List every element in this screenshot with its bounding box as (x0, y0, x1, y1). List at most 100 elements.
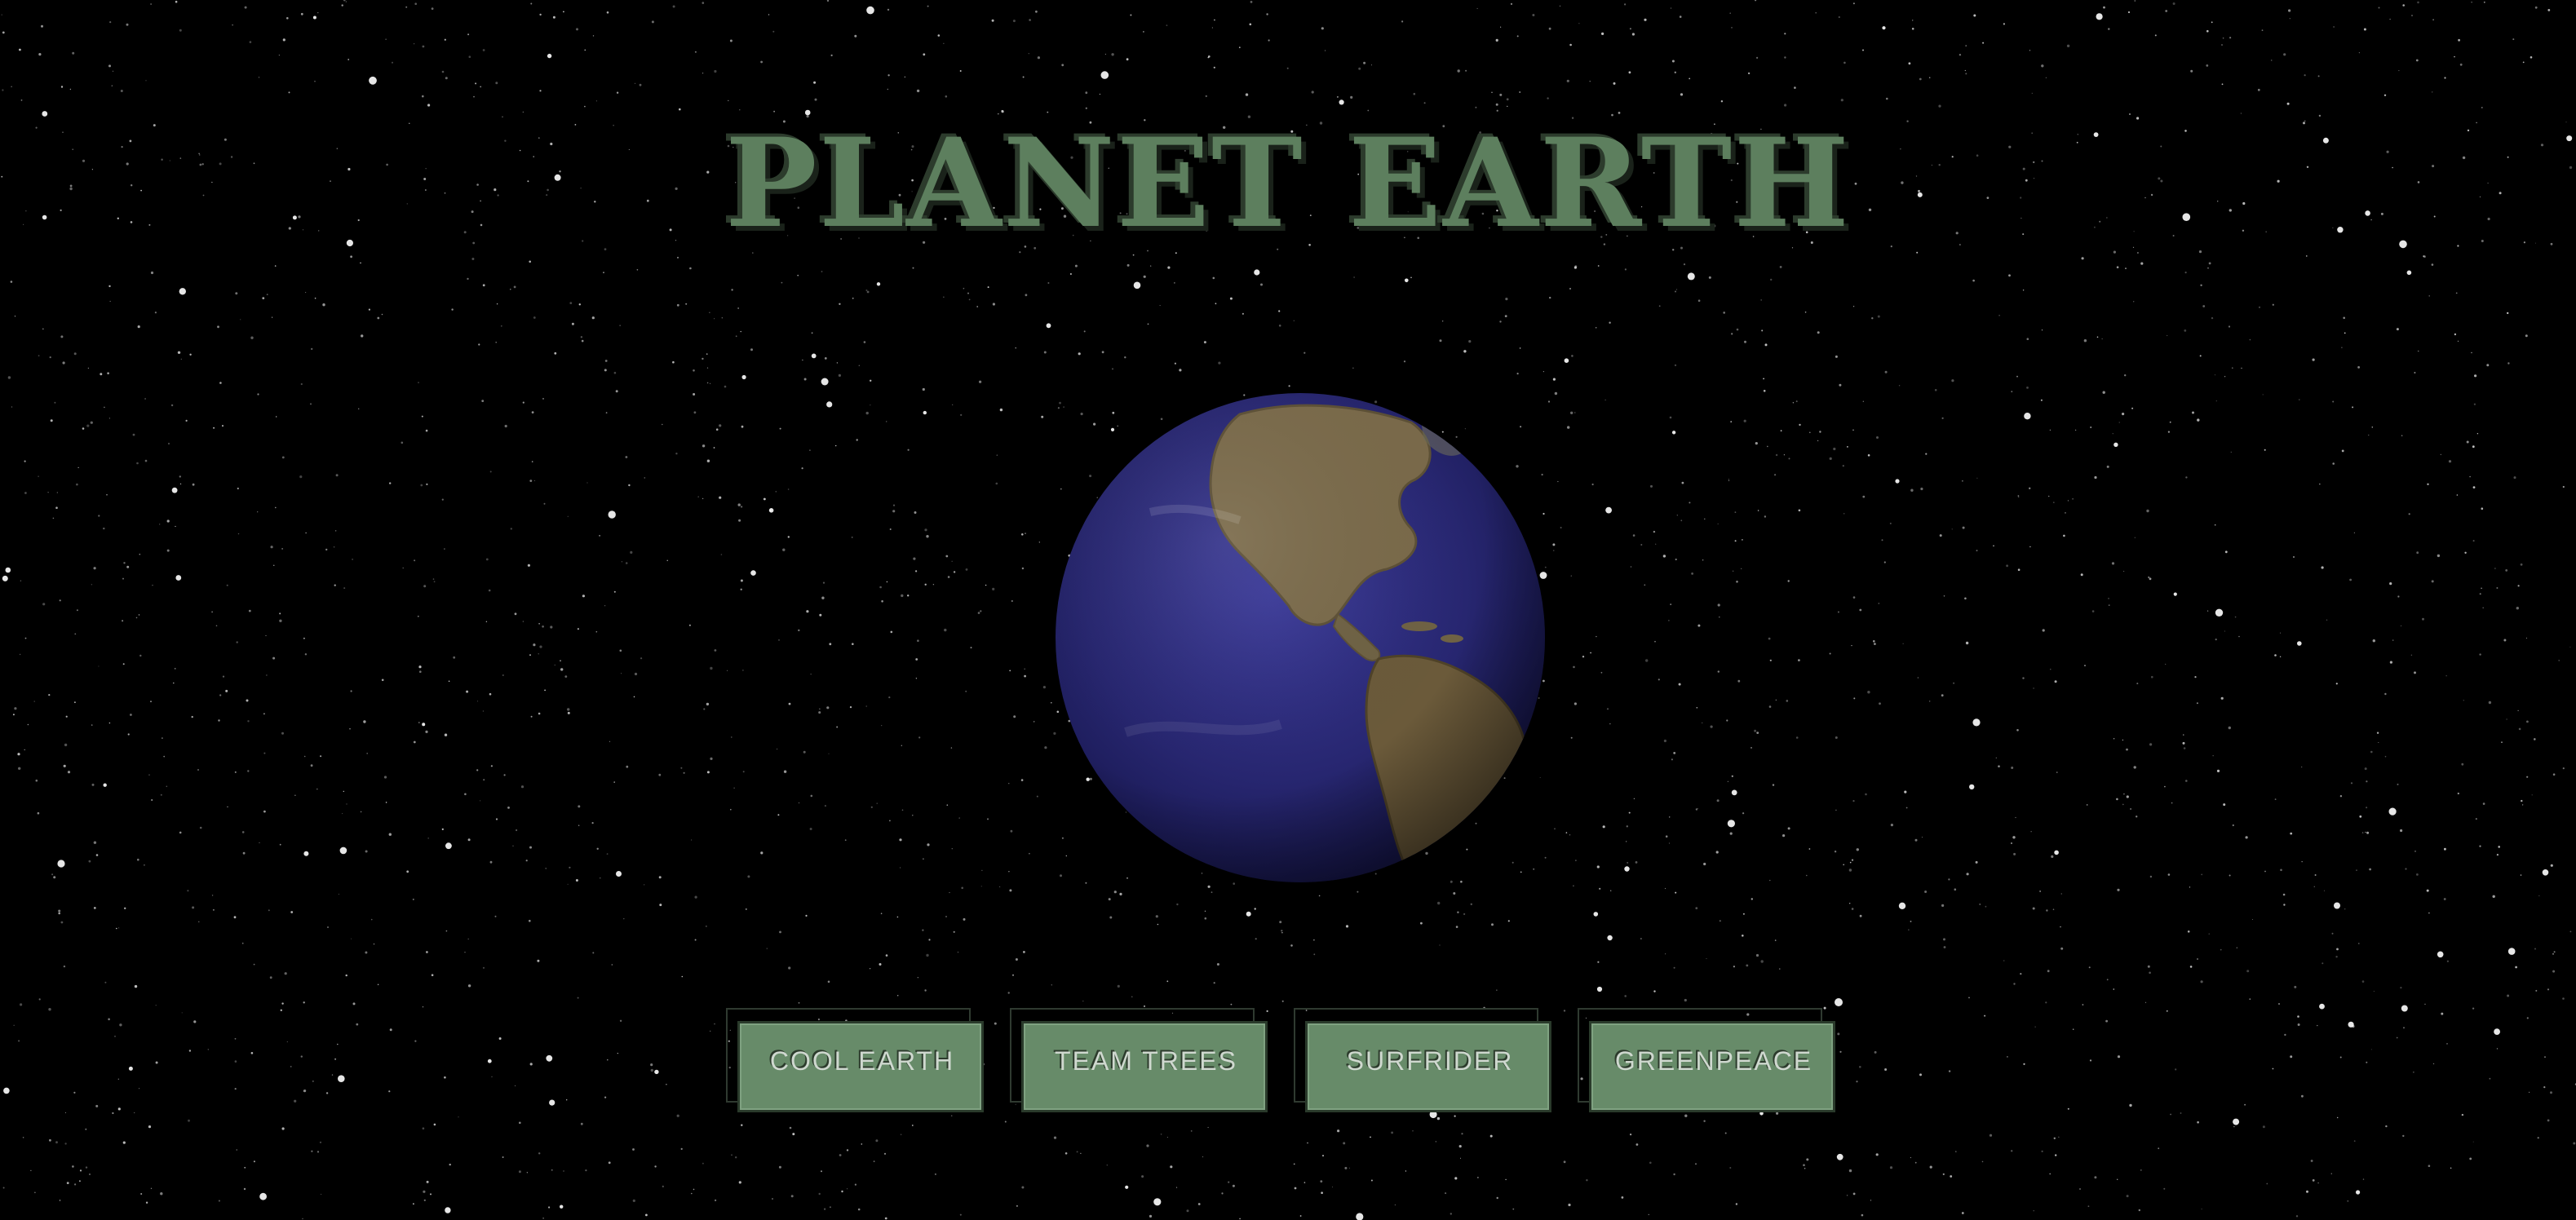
star (51, 873, 54, 876)
star (510, 289, 511, 290)
star (335, 530, 337, 532)
star (2513, 476, 2516, 480)
star (139, 553, 141, 555)
star (1038, 541, 1040, 543)
star (2198, 250, 2202, 254)
star (62, 361, 65, 365)
star (2087, 1205, 2090, 1208)
star (144, 864, 145, 866)
star (715, 1199, 717, 1201)
star (1724, 1132, 1727, 1134)
star (740, 506, 743, 508)
star (886, 421, 887, 422)
star (2113, 442, 2118, 447)
star (719, 424, 722, 427)
star (2045, 1001, 2047, 1004)
star (2534, 738, 2536, 740)
star (240, 319, 241, 320)
star (529, 480, 533, 482)
star (543, 502, 546, 505)
star (826, 0, 830, 2)
star (263, 752, 266, 754)
star (1563, 1160, 1566, 1164)
star (487, 1059, 492, 1063)
star (1702, 559, 1704, 561)
star (305, 292, 307, 294)
button-face[interactable]: GREENPEACE (1589, 1021, 1835, 1112)
star (677, 256, 679, 259)
star (950, 747, 953, 749)
star (691, 839, 693, 841)
star (1942, 1173, 1945, 1175)
star (1783, 454, 1785, 456)
star (57, 860, 65, 868)
star (188, 1119, 190, 1122)
star (1982, 42, 1985, 44)
star (1756, 732, 1759, 734)
surfrider-button[interactable]: SURFRIDER (1294, 1008, 1551, 1112)
star (422, 723, 426, 727)
star (1727, 820, 1735, 828)
star (2124, 374, 2127, 377)
star (1951, 379, 1954, 382)
star (979, 380, 982, 383)
star (1792, 402, 1795, 404)
star (943, 296, 945, 298)
star (2133, 766, 2136, 769)
star (811, 332, 813, 334)
star (1798, 509, 1801, 512)
star (1673, 966, 1675, 969)
star (2417, 350, 2419, 352)
star (715, 428, 719, 431)
team-trees-button[interactable]: TEAM TREES (1010, 1008, 1268, 1112)
star (2522, 61, 2525, 64)
star (534, 480, 536, 481)
star (98, 665, 100, 667)
star (987, 818, 989, 820)
star (1761, 329, 1764, 332)
star (1835, 809, 1837, 811)
star (233, 916, 237, 919)
star (74, 1183, 77, 1186)
star (2400, 987, 2402, 989)
star (73, 352, 77, 356)
button-face[interactable]: COOL EARTH (737, 1021, 984, 1112)
star (444, 548, 445, 550)
star (14, 707, 17, 710)
star (1566, 79, 1569, 82)
star (1751, 747, 1752, 749)
star (86, 424, 90, 427)
star (1371, 64, 1372, 66)
star (836, 362, 839, 364)
star (538, 623, 540, 625)
star (1391, 1131, 1393, 1134)
star (525, 860, 528, 862)
star (2569, 646, 2571, 648)
star (122, 663, 125, 665)
star (2526, 776, 2529, 778)
star (1852, 2, 1855, 5)
star (1405, 1170, 1407, 1172)
star (496, 303, 498, 305)
star (2049, 429, 2051, 431)
star (694, 51, 697, 53)
star (2371, 427, 2374, 428)
greenpeace-button[interactable]: GREENPEACE (1578, 1008, 1835, 1112)
star (819, 613, 822, 617)
star (445, 842, 452, 850)
star (1742, 913, 1745, 915)
star (1600, 671, 1603, 674)
star (992, 303, 995, 306)
star (2444, 77, 2446, 79)
cool-earth-button[interactable]: COOL EARTH (726, 1008, 984, 1112)
star (2131, 407, 2134, 409)
button-face[interactable]: TEAM TREES (1021, 1021, 1268, 1112)
star (591, 316, 595, 320)
button-face[interactable]: SURFRIDER (1305, 1021, 1551, 1112)
star (644, 477, 646, 479)
star (1628, 71, 1631, 74)
star (915, 658, 918, 661)
star (1673, 752, 1676, 754)
star (2238, 635, 2240, 638)
star (1950, 1175, 1953, 1178)
